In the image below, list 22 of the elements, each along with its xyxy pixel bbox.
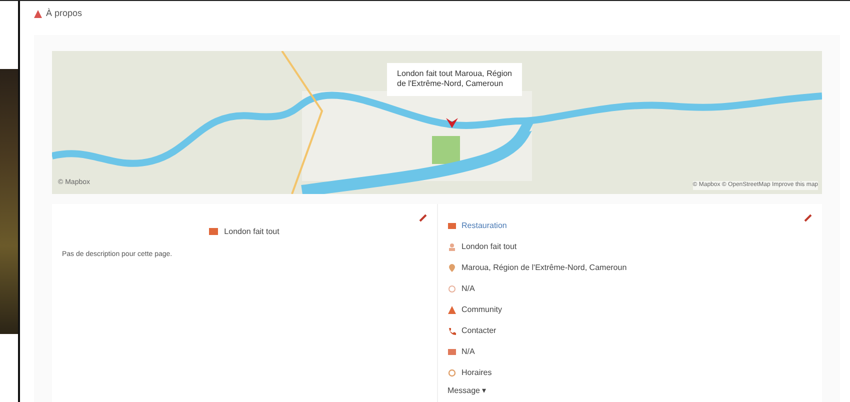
person-icon bbox=[448, 243, 456, 251]
detail-text: Community bbox=[462, 304, 502, 316]
page-icon bbox=[209, 228, 218, 235]
map-pin-icon bbox=[446, 118, 458, 128]
detail-link[interactable]: Restauration bbox=[462, 220, 507, 232]
edit-icon[interactable] bbox=[418, 214, 426, 222]
folder-icon bbox=[448, 222, 456, 230]
page-title: À propos bbox=[46, 7, 82, 20]
mail-icon bbox=[448, 348, 456, 356]
detail-text: N/A bbox=[462, 346, 475, 358]
detail-text: Horaires bbox=[462, 367, 492, 379]
detail-text: London fait tout bbox=[462, 241, 517, 253]
detail-text: N/A bbox=[462, 283, 475, 295]
detail-text: Contacter bbox=[462, 325, 496, 337]
page-name: London fait tout bbox=[224, 226, 280, 238]
phone-icon bbox=[448, 327, 456, 335]
detail-text: Maroua, Région de l'Extrême-Nord, Cameroun bbox=[462, 262, 627, 274]
message-dropdown[interactable]: Message ▾ bbox=[448, 386, 486, 394]
map-popup: London fait tout Maroua, Région de l'Extrême-Nord, Cameroun bbox=[387, 62, 522, 96]
edit-icon[interactable] bbox=[804, 214, 812, 222]
warning-icon bbox=[34, 10, 42, 18]
location-pin-icon bbox=[448, 264, 456, 272]
